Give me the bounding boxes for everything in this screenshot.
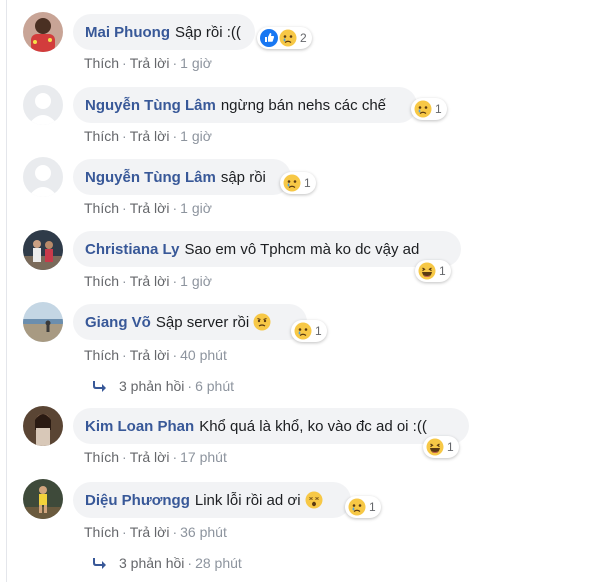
- reply-link[interactable]: Trả lời: [130, 449, 170, 465]
- comment-text: Link lỗi rồi ad ơi: [194, 491, 301, 509]
- avatar[interactable]: [23, 302, 63, 342]
- sad-reaction-icon: [279, 29, 297, 47]
- reaction-count: 1: [435, 102, 442, 116]
- like-link[interactable]: Thích: [84, 55, 119, 71]
- worried-emoji-icon: [253, 313, 271, 331]
- timestamp[interactable]: 17 phút: [180, 449, 227, 465]
- reaction-summary[interactable]: 1: [280, 172, 316, 194]
- timestamp[interactable]: 1 giờ: [180, 200, 212, 216]
- haha-reaction-icon: [426, 438, 444, 456]
- comment-actions: Thích · Trả lời · 1 giờ: [84, 128, 212, 144]
- like-link[interactable]: Thích: [84, 449, 119, 465]
- view-replies-link[interactable]: 3 phản hồi · 28 phút: [91, 555, 242, 571]
- dizzy-emoji-icon: [305, 491, 323, 509]
- like-reaction-icon: [260, 29, 278, 47]
- like-link[interactable]: Thích: [84, 200, 119, 216]
- comments-panel: Mai Phuong Sập rồi :(( 2 Thích · Trả lời · 1…: [6, 0, 592, 582]
- avatar[interactable]: [23, 406, 63, 446]
- sad-reaction-icon: [414, 100, 432, 118]
- reaction-summary[interactable]: 1: [415, 260, 451, 282]
- comment-author[interactable]: Mai Phuong: [85, 24, 170, 41]
- comment-bubble: Diệu Phươngg Link lỗi rồi ad ơi: [73, 482, 351, 518]
- reaction-count: 1: [447, 440, 454, 454]
- comment-actions: Thích · Trả lời · 40 phút: [84, 347, 227, 363]
- like-link[interactable]: Thích: [84, 524, 119, 540]
- reaction-count: 1: [369, 500, 376, 514]
- comment-author[interactable]: Nguyễn Tùng Lâm: [85, 169, 216, 186]
- reaction-summary[interactable]: 1: [345, 496, 381, 518]
- sad-reaction-icon: [294, 322, 312, 340]
- comment-actions: Thích · Trả lời · 1 giờ: [84, 200, 212, 216]
- reply-link[interactable]: Trả lời: [130, 524, 170, 540]
- comment-bubble: Giang Võ Sập server rồi: [73, 304, 307, 340]
- comment-bubble: Nguyễn Tùng Lâm ngừng bán nehs các chế: [73, 87, 417, 123]
- reply-link[interactable]: Trả lời: [130, 128, 170, 144]
- timestamp[interactable]: 1 giờ: [180, 55, 212, 71]
- reaction-count: 1: [304, 176, 311, 190]
- avatar[interactable]: [23, 230, 63, 270]
- timestamp[interactable]: 40 phút: [180, 347, 227, 363]
- comment-bubble: Nguyễn Tùng Lâm sập rồi: [73, 159, 291, 195]
- replies-time: 6 phút: [195, 378, 235, 394]
- like-link[interactable]: Thích: [84, 273, 119, 289]
- comment-text: ngừng bán nehs các chế: [220, 96, 387, 114]
- timestamp[interactable]: 36 phút: [180, 524, 227, 540]
- comment-bubble: Kim Loan Phan Khổ quá là khổ, ko vào đc …: [73, 408, 469, 444]
- haha-reaction-icon: [418, 262, 436, 280]
- sad-reaction-icon: [283, 174, 301, 192]
- comment-text: Sập rồi :((: [175, 23, 241, 41]
- reaction-summary[interactable]: 2: [257, 27, 312, 49]
- reaction-count: 1: [439, 264, 446, 278]
- comment-text: Sập server rồi: [155, 313, 250, 331]
- replies-count: 3 phản hồi: [119, 555, 185, 571]
- sad-reaction-icon: [348, 498, 366, 516]
- comment-actions: Thích · Trả lời · 17 phút: [84, 449, 227, 465]
- reply-arrow-icon: [93, 558, 106, 569]
- comment-text: Sao em vô Tphcm mà ko dc vậy ad: [184, 240, 420, 258]
- reaction-summary[interactable]: 1: [423, 436, 459, 458]
- comment-author[interactable]: Nguyễn Tùng Lâm: [85, 97, 216, 114]
- comment-bubble: Christiana Ly Sao em vô Tphcm mà ko dc v…: [73, 231, 461, 267]
- like-link[interactable]: Thích: [84, 347, 119, 363]
- reply-link[interactable]: Trả lời: [130, 273, 170, 289]
- replies-count: 3 phản hồi: [119, 378, 185, 394]
- replies-time: 28 phút: [195, 555, 242, 571]
- comment-text: sập rồi: [220, 168, 266, 186]
- reply-link[interactable]: Trả lời: [130, 347, 170, 363]
- comment-text: Khổ quá là khổ, ko vào đc ad oi :((: [199, 417, 427, 435]
- reaction-count: 1: [315, 324, 322, 338]
- comment-author[interactable]: Giang Võ: [85, 314, 151, 331]
- timestamp[interactable]: 1 giờ: [180, 128, 212, 144]
- comment-actions: Thích · Trả lời · 1 giờ: [84, 273, 212, 289]
- like-link[interactable]: Thích: [84, 128, 119, 144]
- comment-author[interactable]: Christiana Ly: [85, 241, 179, 258]
- reaction-summary[interactable]: 1: [411, 98, 447, 120]
- reply-link[interactable]: Trả lời: [130, 55, 170, 71]
- reply-link[interactable]: Trả lời: [130, 200, 170, 216]
- comment-actions: Thích · Trả lời · 1 giờ: [84, 55, 212, 71]
- reaction-summary[interactable]: 1: [291, 320, 327, 342]
- comment-author[interactable]: Diệu Phươngg: [85, 492, 190, 509]
- avatar[interactable]: [23, 12, 63, 52]
- view-replies-link[interactable]: 3 phản hồi · 6 phút: [91, 378, 234, 394]
- avatar[interactable]: [23, 85, 63, 125]
- comment-actions: Thích · Trả lời · 36 phút: [84, 524, 227, 540]
- reply-arrow-icon: [93, 381, 106, 392]
- reaction-count: 2: [300, 31, 307, 45]
- timestamp[interactable]: 1 giờ: [180, 273, 212, 289]
- avatar[interactable]: [23, 157, 63, 197]
- comment-author[interactable]: Kim Loan Phan: [85, 418, 194, 435]
- avatar[interactable]: [23, 479, 63, 519]
- comment-bubble: Mai Phuong Sập rồi :((: [73, 14, 255, 50]
